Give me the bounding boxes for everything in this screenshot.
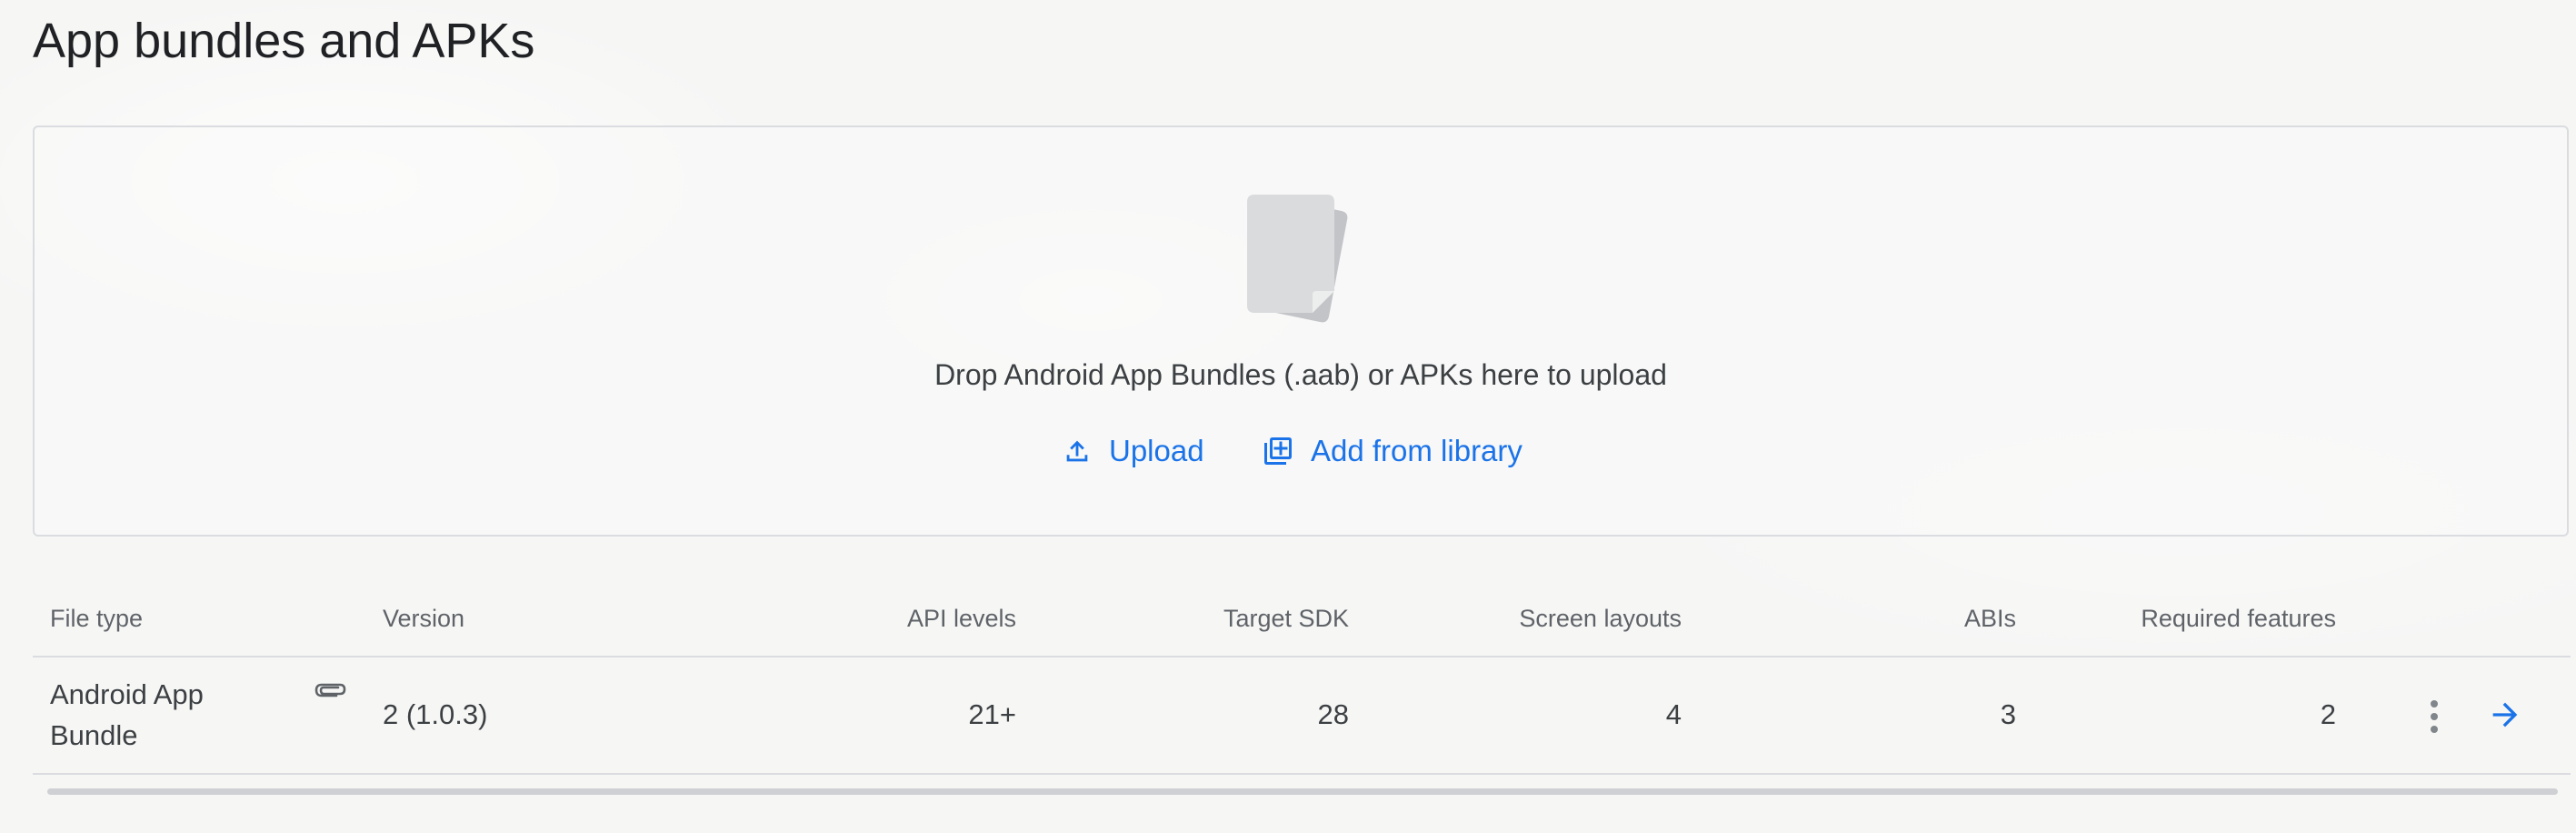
upload-button[interactable]: Upload <box>1062 429 1204 473</box>
column-header-abis: ABIs <box>1963 605 2016 632</box>
required-features-cell: 2 <box>2320 698 2336 730</box>
target-sdk-cell: 28 <box>1317 698 1349 730</box>
column-header-file-type: File type <box>50 605 144 632</box>
page-title: App bundles and APKs <box>33 14 535 68</box>
screen-layouts-cell: 4 <box>1665 698 1682 730</box>
column-header-screen-layouts: Screen layouts <box>1519 605 1682 632</box>
upload-label: Upload <box>1109 434 1204 467</box>
more-vert-icon[interactable] <box>2418 697 2451 741</box>
dropzone-instructions: Drop Android App Bundles (.aab) or APKs … <box>934 358 1667 391</box>
column-header-target-sdk: Target SDK <box>1223 605 1349 632</box>
column-header-version: Version <box>383 605 465 632</box>
arrow-forward-icon[interactable] <box>2485 697 2525 738</box>
column-header-api-levels: API levels <box>906 605 1016 632</box>
paperclip-icon <box>313 679 349 706</box>
horizontal-scrollbar[interactable] <box>47 788 2558 795</box>
api-levels-cell: 21+ <box>968 698 1016 730</box>
column-header-required-features: Required features <box>2141 605 2336 632</box>
abis-cell: 3 <box>2000 698 2016 730</box>
add-from-library-label: Add from library <box>1311 434 1523 467</box>
document-stack-icon <box>1247 195 1348 323</box>
file-type-line-2: Bundle <box>50 719 138 751</box>
table-row-divider <box>33 773 2571 775</box>
version-cell: 2 (1.0.3) <box>383 698 488 730</box>
file-type-line-1: Android App <box>50 678 204 710</box>
table-header-divider <box>33 656 2571 657</box>
upload-icon <box>1062 436 1093 467</box>
add-to-library-icon <box>1262 435 1294 467</box>
add-from-library-button[interactable]: Add from library <box>1262 429 1523 473</box>
